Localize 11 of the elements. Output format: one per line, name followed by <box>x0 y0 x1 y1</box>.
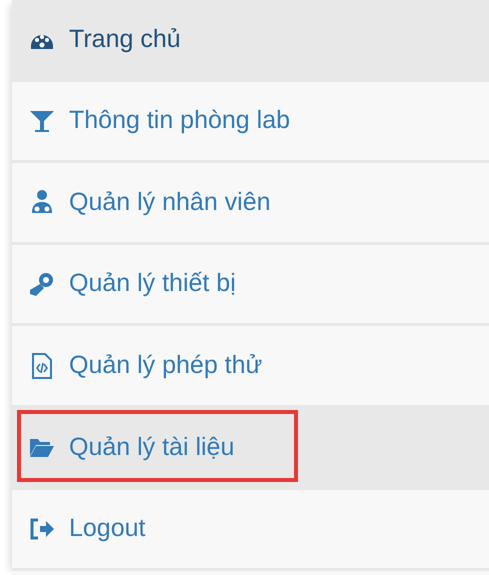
sign-out-icon <box>29 516 55 542</box>
menu-item[interactable]: Quản lý tài liệu <box>12 408 489 487</box>
menu-item[interactable]: Quản lý nhân viên <box>12 163 489 242</box>
users-icon <box>29 189 55 216</box>
menu-item[interactable]: Trang chủ <box>12 0 489 79</box>
menu-item[interactable]: Logout <box>12 490 489 568</box>
menu-item[interactable]: Quản lý thiết bị <box>12 244 489 324</box>
code-file-icon <box>29 352 55 379</box>
menu-item[interactable]: Thông tin phòng lab <box>12 82 489 160</box>
wrench-icon <box>29 271 55 298</box>
menu-item[interactable]: Quản lý phép thử <box>12 326 489 405</box>
